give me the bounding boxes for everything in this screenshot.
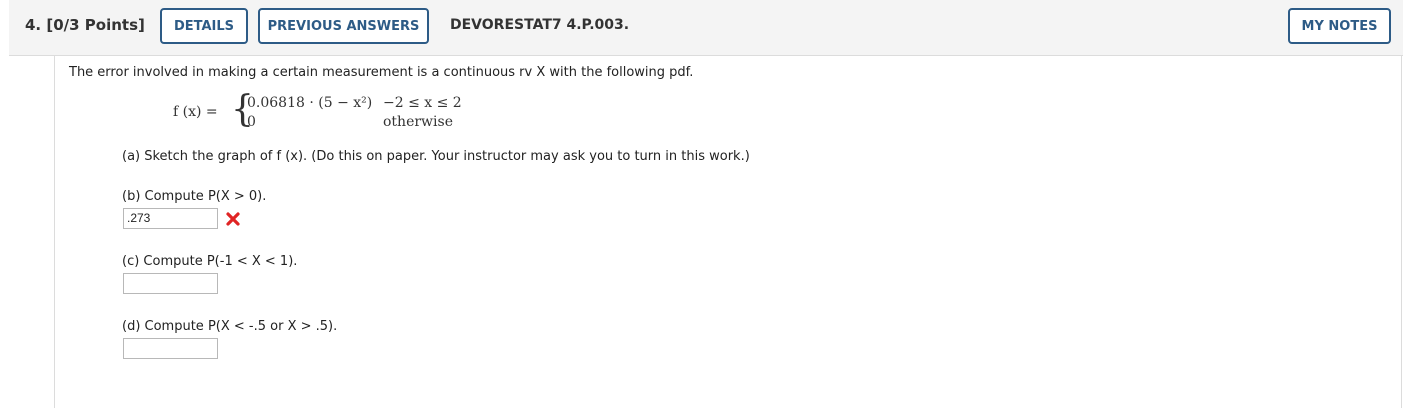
question-number: 4. bbox=[25, 16, 42, 34]
wrong-x-icon bbox=[226, 212, 240, 226]
question-body: The error involved in making a certain m… bbox=[54, 56, 1402, 408]
question-code: DEVORESTAT7 4.P.003. bbox=[450, 17, 630, 33]
formula-case2-expr: 0 bbox=[247, 114, 256, 130]
formula-lhs: f (x) = bbox=[173, 104, 218, 120]
question-intro: The error involved in making a certain m… bbox=[69, 65, 694, 80]
question-points: [0/3 Points] bbox=[46, 16, 145, 34]
my-notes-button[interactable]: MY NOTES bbox=[1288, 8, 1391, 44]
part-b-prompt: (b) Compute P(X > 0). bbox=[122, 189, 267, 204]
formula-case1-cond: −2 ≤ x ≤ 2 bbox=[383, 95, 462, 111]
formula-case2-cond: otherwise bbox=[383, 114, 453, 130]
part-d-prompt: (d) Compute P(X < -.5 or X > .5). bbox=[122, 319, 338, 334]
formula-case1-expr: 0.06818 · (5 − x²) bbox=[247, 95, 373, 111]
question-title: 4. [0/3 Points] bbox=[25, 16, 145, 34]
part-d-answer-input[interactable] bbox=[123, 338, 218, 359]
part-a-prompt: (a) Sketch the graph of f (x). (Do this … bbox=[122, 149, 750, 164]
part-c-answer-input[interactable] bbox=[123, 273, 218, 294]
details-button[interactable]: DETAILS bbox=[160, 8, 248, 44]
previous-answers-button[interactable]: PREVIOUS ANSWERS bbox=[258, 8, 429, 44]
part-c-prompt: (c) Compute P(-1 < X < 1). bbox=[122, 254, 298, 269]
question-header: 4. [0/3 Points] DETAILS PREVIOUS ANSWERS… bbox=[9, 0, 1403, 56]
part-b-answer-input[interactable]: .273 bbox=[123, 208, 218, 229]
